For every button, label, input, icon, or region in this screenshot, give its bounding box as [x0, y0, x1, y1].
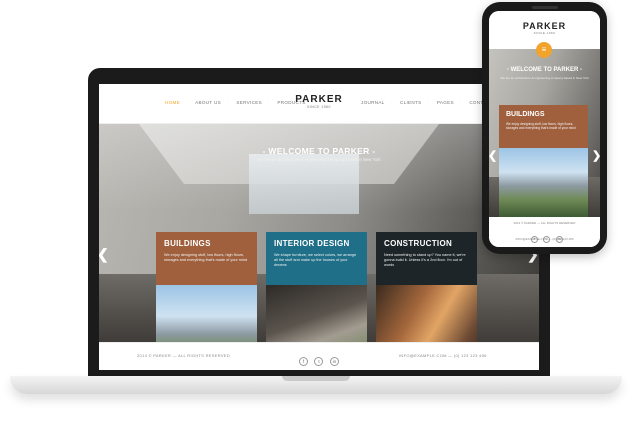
- site-logo[interactable]: PARKER SINCE 1960: [295, 94, 343, 109]
- menu-icon[interactable]: ≡: [536, 42, 552, 58]
- card-panel: CONSTRUCTION Need something to stand up?…: [376, 232, 477, 285]
- card-title: INTERIOR DESIGN: [274, 239, 350, 248]
- card-title: CONSTRUCTION: [384, 239, 453, 248]
- mobile-card-panel: BUILDINGS We enjoy designing stuff, low …: [499, 105, 588, 148]
- footer-copyright: 2014 © PARKER — ALL RIGHTS RESERVED: [137, 353, 230, 358]
- laptop-screen: HOME · ABOUT US · SERVICES · PRODUCTS PARKE…: [99, 84, 539, 370]
- nav-separator: ·: [427, 100, 430, 105]
- mobile-hero-subtitle: We are an architecture & engineering com…: [500, 76, 589, 80]
- mobile-logo-text: PARKER: [522, 21, 567, 31]
- mobile-footer: 2014 © PARKER — ALL RIGHTS RESERVED f t …: [489, 217, 600, 247]
- nav-item-services[interactable]: SERVICES: [236, 100, 262, 105]
- mobile-logo[interactable]: PARKER SINCE 1960: [489, 21, 600, 35]
- mobile-card-title: BUILDINGS: [506, 111, 545, 118]
- site-footer: 2014 © PARKER — ALL RIGHTS RESERVED f t …: [99, 342, 539, 370]
- nav-separator: ·: [226, 100, 229, 105]
- linkedin-icon[interactable]: in: [329, 357, 339, 366]
- nav-item-clients[interactable]: CLIENTS: [400, 100, 422, 105]
- card-text: We shape furniture, we select colors, we…: [274, 253, 357, 267]
- card-photo: [376, 285, 477, 342]
- phone-screen: PARKER SINCE 1960 - WELCOME TO PARKER - …: [489, 11, 600, 247]
- nav-separator: ·: [185, 100, 188, 105]
- service-card-interior-design[interactable]: INTERIOR DESIGN We shape furniture, we s…: [266, 232, 367, 342]
- nav-item-home[interactable]: HOME: [165, 100, 180, 105]
- logo-tagline: SINCE 1960: [307, 105, 331, 109]
- footer-social: f t in: [299, 350, 341, 368]
- nav-item-about-us[interactable]: ABOUT US: [195, 100, 221, 105]
- service-card-buildings[interactable]: BUILDINGS We enjoy designing stuff, low …: [156, 232, 257, 342]
- mobile-card-photo: [499, 148, 588, 217]
- card-text: Need something to stand up? You name it,…: [384, 253, 466, 267]
- mobile-hero: - WELCOME TO PARKER - We are an architec…: [489, 49, 600, 217]
- site-header: HOME · ABOUT US · SERVICES · PRODUCTS PARKE…: [99, 84, 539, 124]
- card-photo: [156, 285, 257, 342]
- mobile-card-buildings[interactable]: BUILDINGS We enjoy designing stuff, low …: [499, 105, 588, 217]
- nav-item-journal[interactable]: JOURNAL: [361, 100, 385, 105]
- slider-prev-icon[interactable]: ❮: [99, 246, 109, 263]
- hero-window: [249, 154, 359, 214]
- twitter-icon[interactable]: t: [314, 357, 324, 366]
- nav-item-pages[interactable]: PAGES: [437, 100, 454, 105]
- mobile-card-text: We enjoy designing stuff, low floors, hi…: [506, 122, 576, 131]
- mobile-hero-title: - WELCOME TO PARKER -: [506, 67, 583, 73]
- mobile-prev-icon[interactable]: ❮: [489, 149, 497, 162]
- card-panel: BUILDINGS We enjoy designing stuff, low …: [156, 232, 257, 285]
- mobile-footer-contact[interactable]: INFO@EXAMPLE.COM — (0) 123 123 456: [489, 237, 600, 241]
- card-photo: [266, 285, 367, 342]
- service-card-construction[interactable]: CONSTRUCTION Need something to stand up?…: [376, 232, 477, 342]
- mobile-logo-tagline: SINCE 1960: [533, 31, 556, 35]
- phone-speaker: [532, 6, 558, 9]
- hero-section: - WELCOME TO PARKER - We are an architec…: [99, 124, 539, 342]
- mobile-next-icon[interactable]: ❯: [592, 149, 600, 162]
- card-panel: INTERIOR DESIGN We shape furniture, we s…: [266, 232, 367, 285]
- nav-right: JOURNAL· CLIENTS· PAGES· CONTACT: [361, 100, 499, 105]
- card-text: We enjoy designing stuff, low floors, hi…: [164, 253, 248, 262]
- nav-separator: ·: [390, 100, 393, 105]
- hero-subtitle: We are an architecture & engineering com…: [257, 157, 381, 162]
- facebook-icon[interactable]: f: [299, 357, 308, 366]
- mobile-footer-social: f t in: [531, 227, 564, 245]
- mobile-footer-copyright: 2014 © PARKER — ALL RIGHTS RESERVED: [513, 221, 576, 225]
- nav-left: HOME · ABOUT US · SERVICES · PRODUCTS: [165, 100, 312, 105]
- laptop-notch: [282, 376, 350, 381]
- logo-text: PARKER: [295, 94, 343, 105]
- hero-title: - WELCOME TO PARKER -: [262, 146, 376, 156]
- nav-separator: ·: [267, 100, 270, 105]
- footer-contact[interactable]: INFO@EXAMPLE.COM — (0) 123 123 456: [399, 353, 487, 358]
- card-title: BUILDINGS: [164, 239, 211, 248]
- nav-separator: ·: [459, 100, 462, 105]
